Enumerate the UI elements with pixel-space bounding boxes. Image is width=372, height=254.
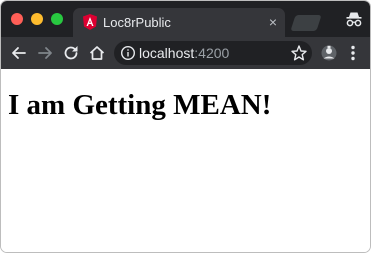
bookmark-star-icon[interactable] (290, 44, 308, 62)
incognito-icon (346, 12, 362, 27)
url-text[interactable]: localhost:4200 (139, 45, 229, 61)
new-tab-button[interactable] (290, 15, 322, 31)
url-host: localhost (139, 45, 195, 61)
more-menu-icon[interactable] (346, 44, 360, 62)
address-bar[interactable]: localhost:4200 (114, 41, 312, 65)
browser-window: Loc8rPublic × localhost:4200 I am Gettin… (1, 1, 370, 252)
page-content: I am Getting MEAN! (1, 69, 370, 252)
reload-icon[interactable] (61, 43, 81, 63)
home-icon[interactable] (87, 43, 107, 63)
browser-toolbar: localhost:4200 (1, 37, 370, 69)
angular-favicon (83, 14, 97, 30)
back-arrow-icon[interactable] (9, 43, 29, 63)
info-icon[interactable] (120, 45, 136, 61)
minimize-window-icon[interactable] (31, 13, 43, 25)
maximize-window-icon[interactable] (51, 13, 63, 25)
page-heading: I am Getting MEAN! (8, 89, 272, 121)
forward-arrow-icon[interactable] (35, 43, 55, 63)
tab-close-icon[interactable]: × (269, 13, 277, 31)
url-port: :4200 (194, 45, 230, 61)
tab-title: Loc8rPublic (103, 15, 171, 30)
title-bar: Loc8rPublic × (1, 1, 370, 37)
extension-icon[interactable] (320, 44, 338, 62)
close-window-icon[interactable] (11, 13, 23, 25)
browser-tab[interactable]: Loc8rPublic × (73, 8, 285, 37)
